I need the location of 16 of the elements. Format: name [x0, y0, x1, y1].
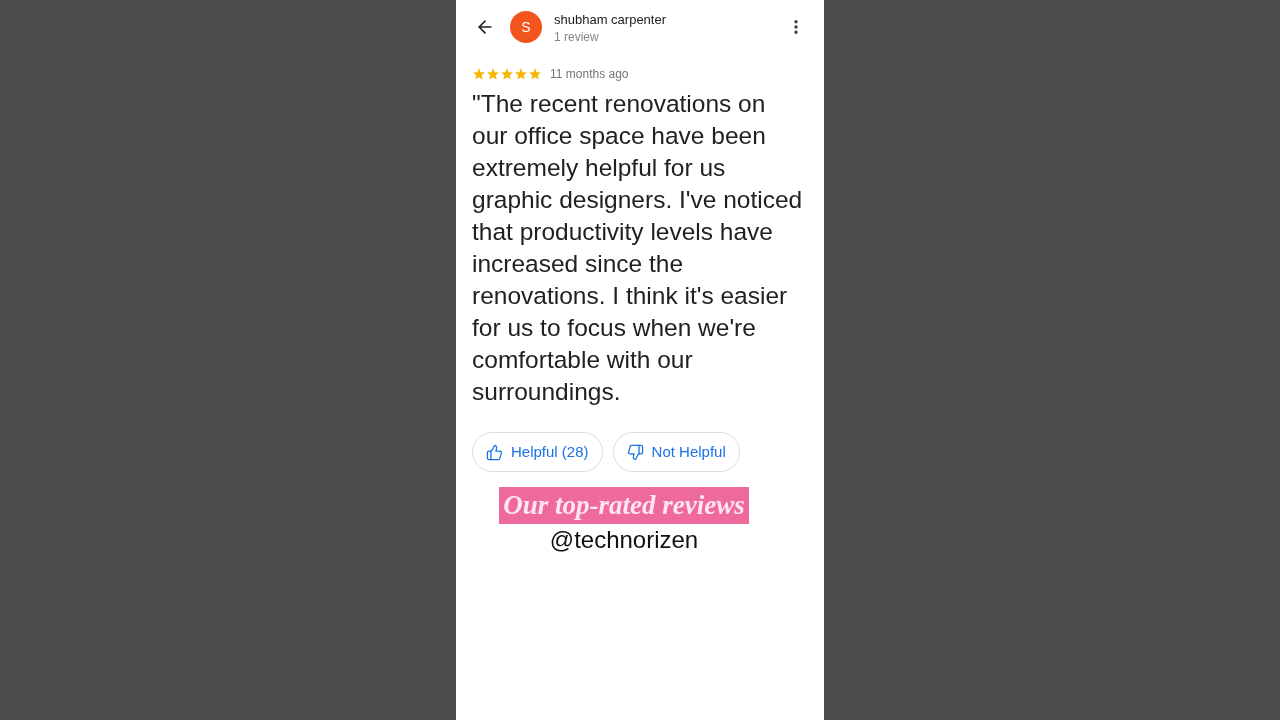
- review-time: 11 months ago: [550, 66, 629, 83]
- not-helpful-button[interactable]: Not Helpful: [612, 432, 740, 472]
- star-icon: [514, 67, 528, 81]
- avatar: S: [510, 11, 542, 43]
- star-icon: [500, 67, 514, 81]
- helpful-button[interactable]: Helpful (28): [472, 432, 603, 472]
- thumbs-down-icon: [626, 443, 644, 461]
- star-icon: [528, 67, 542, 81]
- thumbs-up-icon: [486, 443, 503, 461]
- star-icon: [486, 67, 500, 81]
- channel-handle: @technorizen: [549, 525, 699, 555]
- review-count: 1 review: [554, 28, 600, 45]
- review-text: "The recent renovations on our office space have been extremely helpful for us graphic designers. I've noticed that productivity levels have increased since the renovations. I think it's easier for us to focus when we're comfortable with our surroundings.: [472, 89, 804, 407]
- star-icon: [472, 67, 486, 81]
- reviewer-name[interactable]: shubham carpenter: [554, 11, 786, 28]
- overlay-caption: Our top-rated reviews: [499, 487, 749, 524]
